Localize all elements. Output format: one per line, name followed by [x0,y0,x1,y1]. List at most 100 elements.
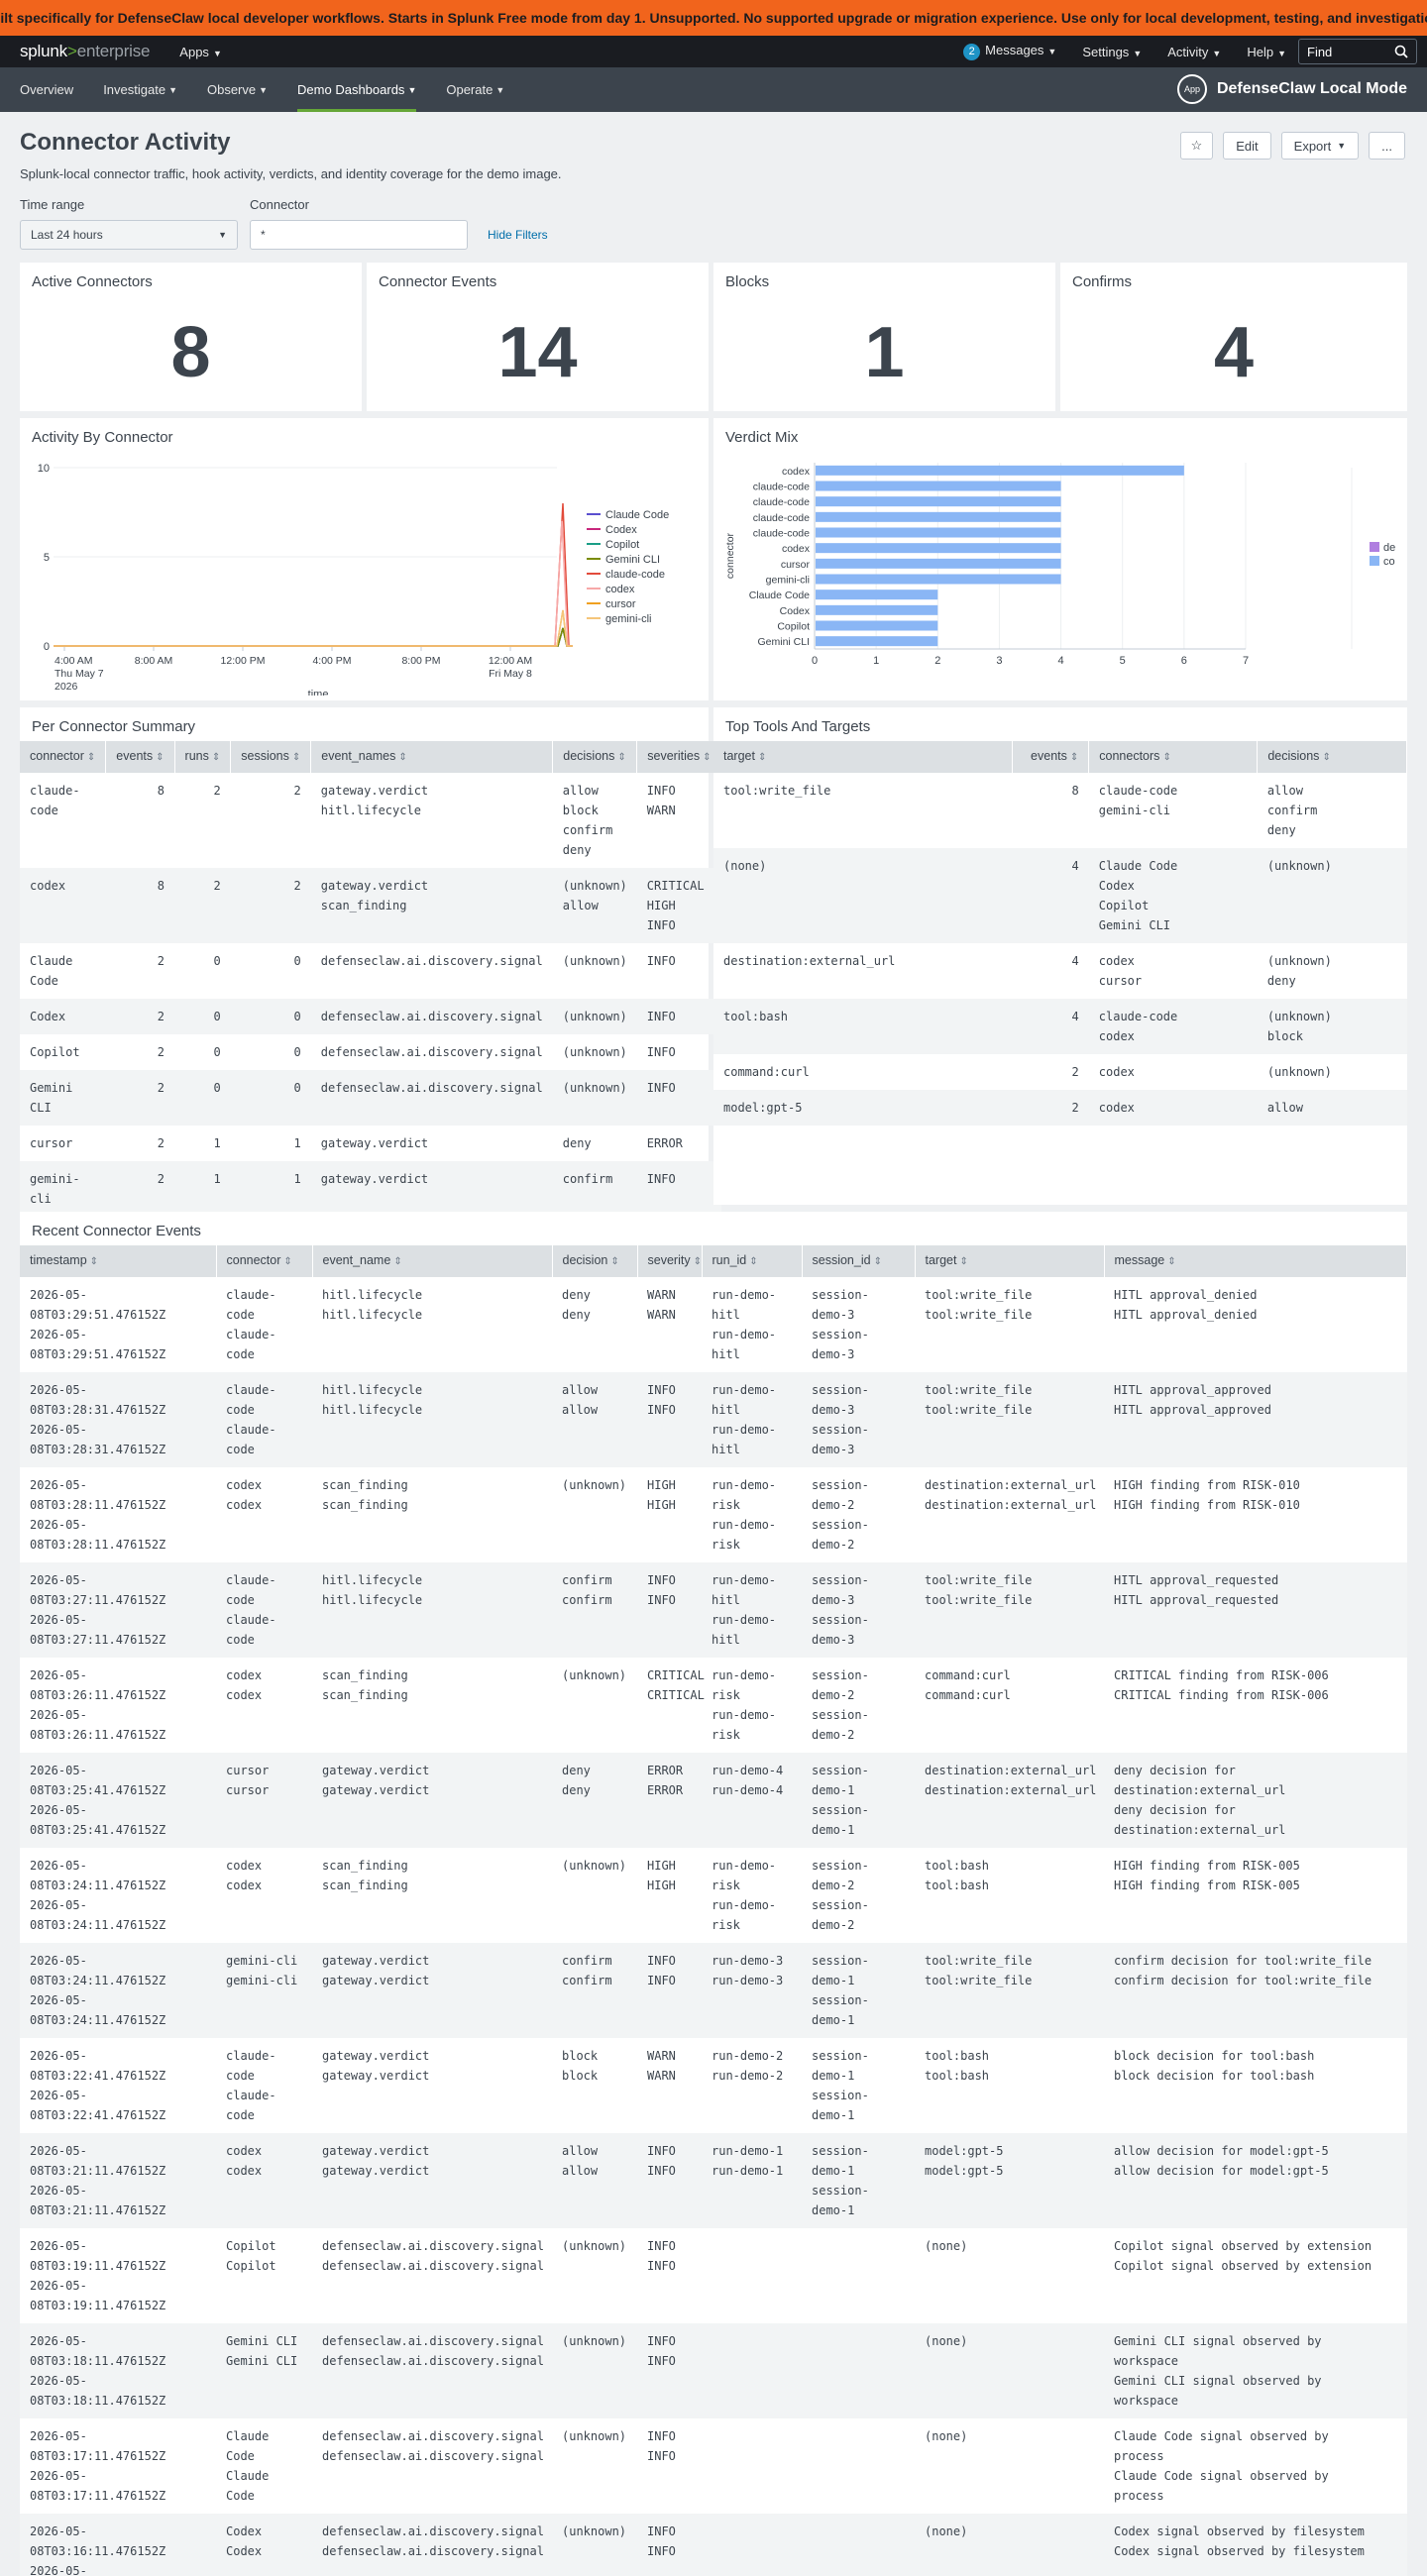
table-row[interactable]: 2026-05- 08T03:22:41.476152Z 2026-05- 08… [20,2038,1407,2133]
column-header-runs[interactable]: runs ⇕ [174,741,232,773]
bar[interactable] [816,527,1061,538]
column-header-decisions[interactable]: decisions ⇕ [552,741,638,773]
table-row[interactable]: Claude Code 2 0 0 defenseclaw.ai.discovery.s… [20,943,721,999]
table-row[interactable]: 2026-05- 08T03:28:31.476152Z 2026-05- 08… [20,1372,1407,1467]
favorite-button[interactable]: ☆ [1179,132,1214,160]
splunk-logo[interactable]: splunk>enterprise [20,42,150,61]
column-header-event-name[interactable]: event_name ⇕ [312,1245,553,1277]
nav-investigate[interactable]: Investigate ▼ [103,67,177,112]
activity-menu[interactable]: Activity ▼ [1167,45,1221,59]
series-line-gemini-cli[interactable] [54,609,573,647]
legend-item[interactable]: Copilot [605,539,639,551]
table-row[interactable]: 2026-05- 08T03:25:41.476152Z 2026-05- 08… [20,1753,1407,1848]
activity-line-chart[interactable]: 0 5 10 4:00 AMThu May 72026 8:00 AM 12:00 PM 4… [32,453,697,696]
table-row[interactable]: 2026-05- 08T03:21:11.476152Z 2026-05- 08… [20,2133,1407,2228]
edit-button[interactable]: Edit [1223,132,1271,160]
bar[interactable] [816,636,938,647]
column-header-target[interactable]: target ⇕ [714,741,1013,773]
table-row[interactable]: Codex 2 0 0 defenseclaw.ai.discovery.signal (… [20,999,721,1034]
table-row[interactable]: Gemini CLI 2 0 0 defenseclaw.ai.discovery.si… [20,1070,721,1126]
column-header-events[interactable]: events ⇕ [105,741,175,773]
bar[interactable] [816,481,1061,491]
bar[interactable] [816,543,1061,554]
time-range-select[interactable]: Last 24 hours ▼ [20,220,238,250]
messages-menu[interactable]: 2 Messages ▼ [963,43,1056,60]
table-row[interactable]: tool:bash 4 claude-code codex (unknown) blo… [714,999,1407,1054]
legend-item[interactable]: claude-code [605,569,665,581]
series-line-copilot[interactable] [54,627,573,647]
bar[interactable] [816,574,1061,585]
table-row[interactable]: 2026-05- 08T03:26:11.476152Z 2026-05- 08… [20,1658,1407,1753]
find-input[interactable]: Find [1298,39,1417,64]
series-line-claude-code[interactable] [54,627,573,647]
bar[interactable] [816,511,1061,522]
column-header-connector[interactable]: connector ⇕ [216,1245,313,1277]
legend-item[interactable]: count [1383,556,1395,568]
bar[interactable] [816,496,1061,507]
column-header-connector[interactable]: connector ⇕ [20,741,107,773]
table-row[interactable]: Copilot 2 0 0 defenseclaw.ai.discovery.signa… [20,1034,721,1070]
legend-item[interactable]: Claude Code [605,509,669,521]
export-button[interactable]: Export ▼ [1280,132,1360,160]
table-row[interactable]: gemini- cli 2 1 1 gateway.verdict confirm INFO [20,1161,721,1217]
bar[interactable] [816,558,1061,569]
column-header-sessions[interactable]: sessions ⇕ [230,741,312,773]
table-row[interactable]: 2026-05- 08T03:24:11.476152Z 2026-05- 08… [20,1848,1407,1943]
nav-demo-dashboards[interactable]: Demo Dashboards ▼ [297,67,417,112]
kpi-value[interactable]: 1 [725,312,1043,393]
table-row[interactable]: 2026-05- 08T03:29:51.476152Z 2026-05- 08… [20,1277,1407,1372]
table-row[interactable]: command:curl 2 codex (unknown) [714,1054,1407,1090]
more-button[interactable]: ... [1369,132,1405,160]
apps-menu[interactable]: Apps ▼ [179,45,222,59]
table-row[interactable]: model:gpt-5 2 codex allow [714,1090,1407,1126]
table-row[interactable]: 2026-05- 08T03:27:11.476152Z 2026-05- 08… [20,1562,1407,1658]
column-header-session-id[interactable]: session_id ⇕ [802,1245,916,1277]
legend-item[interactable]: gemini-cli [605,613,651,625]
kpi-value[interactable]: 4 [1072,312,1395,393]
bar[interactable] [816,620,938,631]
table-row[interactable]: claude- code 8 2 2 gateway.verdict hitl.life… [20,773,721,868]
kpi-value[interactable]: 8 [32,312,350,393]
table-row[interactable]: cursor 2 1 1 gateway.verdict deny ERROR [20,1126,721,1161]
help-menu[interactable]: Help ▼ [1247,45,1286,59]
series-line-gemini-cli[interactable] [54,627,573,647]
table-row[interactable]: destination:external_url 4 codex cursor (un… [714,943,1407,999]
table-row[interactable]: 2026-05- 08T03:16:11.476152Z 2026-05- 08… [20,2514,1407,2576]
table-row[interactable]: tool:write_file 8 claude-code gemini-cli al… [714,773,1407,848]
column-header-severities[interactable]: severities ⇕ [636,741,722,773]
series-line-claude-code[interactable] [54,502,573,647]
settings-menu[interactable]: Settings ▼ [1082,45,1142,59]
column-header-decision[interactable]: decision ⇕ [552,1245,638,1277]
nav-overview[interactable]: Overview [20,67,73,112]
table-row[interactable]: (none) 4 Claude Code Codex Copilot Gemini … [714,848,1407,943]
nav-operate[interactable]: Operate ▼ [446,67,504,112]
bar[interactable] [816,465,1184,476]
column-header-timestamp[interactable]: timestamp ⇕ [20,1245,217,1277]
verdict-bar-chart[interactable]: 0 1 2 3 4 5 6 7 codex claude-code claude-code claud… [725,453,1395,696]
bar[interactable] [816,604,938,615]
column-header-events[interactable]: events ⇕ [1012,741,1090,773]
table-row[interactable]: 2026-05- 08T03:17:11.476152Z 2026-05- 08… [20,2418,1407,2514]
table-row[interactable]: codex 8 2 2 gateway.verdict scan_finding (unk… [20,868,721,943]
table-row[interactable]: 2026-05- 08T03:24:11.476152Z 2026-05- 08… [20,1943,1407,2038]
legend-item[interactable]: cursor [605,598,636,610]
hide-filters-link[interactable]: Hide Filters [488,228,548,242]
column-header-event-names[interactable]: event_names ⇕ [310,741,554,773]
series-line-cursor[interactable] [54,609,573,647]
legend-item[interactable]: codex [605,584,635,595]
column-header-run-id[interactable]: run_id ⇕ [702,1245,803,1277]
table-row[interactable]: 2026-05- 08T03:28:11.476152Z 2026-05- 08… [20,1467,1407,1562]
column-header-target[interactable]: target ⇕ [915,1245,1105,1277]
kpi-value[interactable]: 14 [379,312,697,393]
table-row[interactable]: 2026-05- 08T03:19:11.476152Z 2026-05- 08… [20,2228,1407,2323]
column-header-decisions[interactable]: decisions ⇕ [1257,741,1407,773]
series-line-codex[interactable] [54,520,573,647]
legend-item[interactable]: Gemini CLI [605,554,660,566]
connector-input[interactable]: * [250,220,468,250]
series-line-codex[interactable] [54,627,573,647]
column-header-severity[interactable]: severity ⇕ [637,1245,703,1277]
bar[interactable] [816,590,938,600]
table-row[interactable]: 2026-05- 08T03:18:11.476152Z 2026-05- 08… [20,2323,1407,2418]
nav-observe[interactable]: Observe ▼ [207,67,268,112]
column-header-connectors[interactable]: connectors ⇕ [1088,741,1259,773]
